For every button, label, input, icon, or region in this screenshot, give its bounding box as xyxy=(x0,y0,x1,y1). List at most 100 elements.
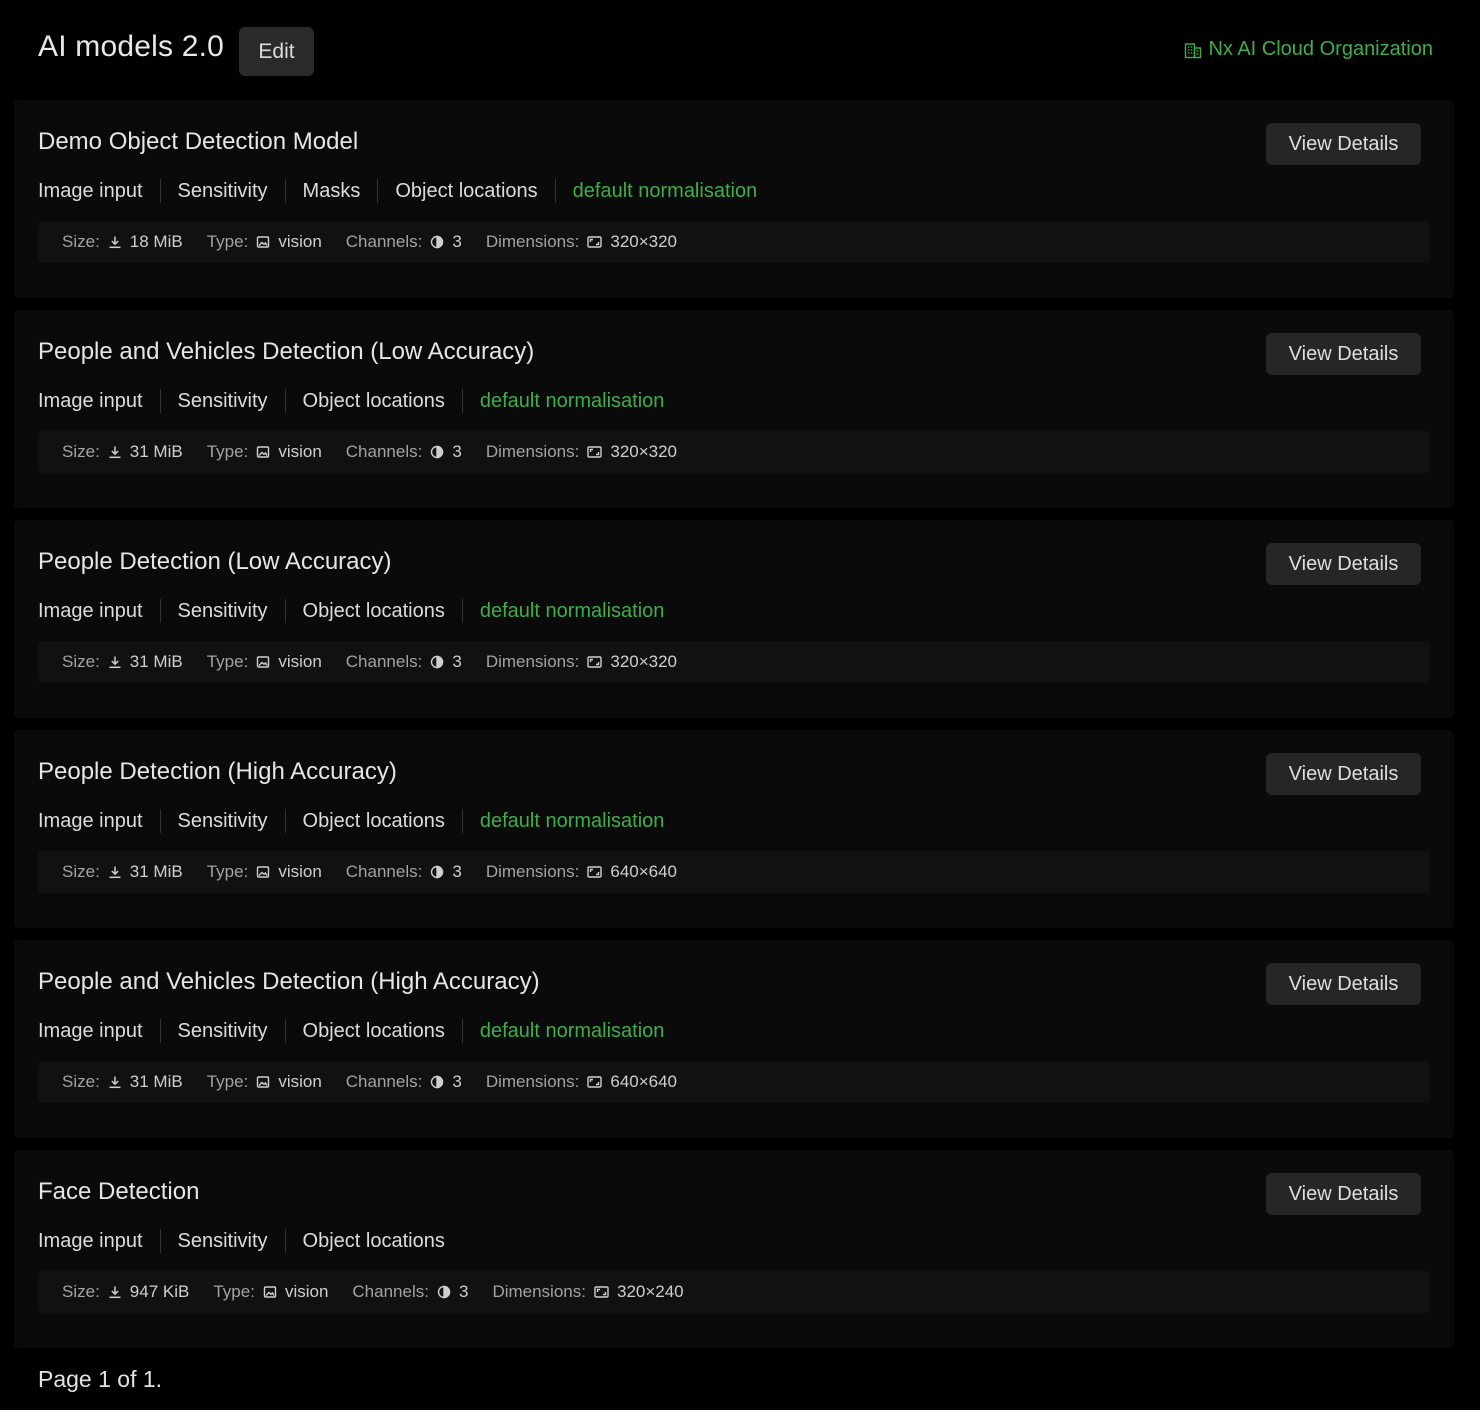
meta-channels: Channels: 3 xyxy=(346,652,462,672)
view-details-button[interactable]: View Details xyxy=(1266,123,1421,165)
image-icon xyxy=(256,655,270,669)
meta-type-label: Type: xyxy=(206,862,249,881)
view-details-button[interactable]: View Details xyxy=(1266,963,1421,1005)
view-details-button[interactable]: View Details xyxy=(1266,753,1421,795)
meta-channels: Channels: 3 xyxy=(352,1282,468,1302)
meta-size-label: Size: xyxy=(62,1282,100,1301)
meta-type-label: Type: xyxy=(206,232,249,251)
normalisation-tag: default normalisation xyxy=(461,809,682,833)
meta-dimensions-value: 320×240 xyxy=(616,1282,684,1301)
model-name: People Detection (High Accuracy) xyxy=(38,758,397,785)
aspect-ratio-icon xyxy=(587,865,603,879)
normalisation-tag: default normalisation xyxy=(461,1019,682,1043)
model-meta-bar: Size: 947 KiB Type: vision Channels: 3 Dimensi… xyxy=(38,1271,1430,1313)
model-tags: Image input Sensitivity Object locations de… xyxy=(38,599,681,623)
model-tag: Sensitivity xyxy=(159,179,285,203)
image-icon xyxy=(256,445,270,459)
model-tag: Sensitivity xyxy=(159,389,285,413)
meta-size-label: Size: xyxy=(62,232,100,251)
meta-dimensions: Dimensions: 640×640 xyxy=(486,862,677,882)
model-tag: Sensitivity xyxy=(159,599,285,623)
meta-type-label: Type: xyxy=(206,652,249,671)
model-tags: Image input Sensitivity Object locations de… xyxy=(38,1019,681,1043)
meta-channels-value: 3 xyxy=(452,442,462,461)
meta-type-value: vision xyxy=(278,652,322,671)
meta-type-value: vision xyxy=(278,442,322,461)
meta-dimensions-value: 320×320 xyxy=(610,442,678,461)
meta-size-label: Size: xyxy=(62,652,100,671)
normalisation-tag: default normalisation xyxy=(554,179,775,203)
model-card: People and Vehicles Detection (High Accu… xyxy=(14,940,1454,1138)
normalisation-tag: default normalisation xyxy=(461,599,682,623)
model-meta-bar: Size: 31 MiB Type: vision Channels: 3 Dimensio… xyxy=(38,641,1430,683)
image-icon xyxy=(256,865,270,879)
model-tag: Object locations xyxy=(377,179,554,203)
meta-type-value: vision xyxy=(278,862,322,881)
meta-size-label: Size: xyxy=(62,1072,100,1091)
model-card: Demo Object Detection Model View Details I… xyxy=(14,100,1454,298)
model-tags: Image input Sensitivity Object locations de… xyxy=(38,809,681,833)
model-tag: Image input xyxy=(38,810,143,832)
meta-size-value: 18 MiB xyxy=(129,232,183,251)
meta-type: Type: vision xyxy=(207,862,322,882)
meta-size: Size: 31 MiB xyxy=(62,442,183,462)
download-icon xyxy=(108,655,122,669)
meta-channels-label: Channels: xyxy=(345,442,423,461)
meta-channels: Channels: 3 xyxy=(346,862,462,882)
meta-dimensions: Dimensions: 320×320 xyxy=(486,232,677,252)
model-card: People and Vehicles Detection (Low Accur… xyxy=(14,310,1454,508)
edit-button[interactable]: Edit xyxy=(239,27,314,76)
meta-dimensions-value: 320×320 xyxy=(610,652,678,671)
building-icon xyxy=(1184,41,1202,59)
model-list: Demo Object Detection Model View Details I… xyxy=(14,100,1454,1360)
meta-dimensions-label: Dimensions: xyxy=(485,862,580,881)
model-tags: Image input Sensitivity Object locations de… xyxy=(38,389,681,413)
meta-dimensions: Dimensions: 320×320 xyxy=(486,652,677,672)
meta-channels-value: 3 xyxy=(452,862,462,881)
channels-icon xyxy=(430,445,444,459)
view-details-button[interactable]: View Details xyxy=(1266,543,1421,585)
model-card: People Detection (Low Accuracy) View Deta… xyxy=(14,520,1454,718)
model-tag: Image input xyxy=(38,1020,143,1042)
model-tag: Image input xyxy=(38,390,143,412)
meta-channels: Channels: 3 xyxy=(346,232,462,252)
meta-channels-label: Channels: xyxy=(345,1072,423,1091)
image-icon xyxy=(256,1075,270,1089)
meta-dimensions: Dimensions: 640×640 xyxy=(486,1072,677,1092)
meta-dimensions-label: Dimensions: xyxy=(485,232,580,251)
channels-icon xyxy=(430,1075,444,1089)
meta-channels: Channels: 3 xyxy=(346,1072,462,1092)
aspect-ratio-icon xyxy=(587,1075,603,1089)
model-name: Demo Object Detection Model xyxy=(38,128,359,155)
meta-size-label: Size: xyxy=(62,862,100,881)
model-name: People and Vehicles Detection (High Accu… xyxy=(38,968,540,995)
organization-link[interactable]: Nx AI Cloud Organization xyxy=(1184,38,1433,61)
view-details-button[interactable]: View Details xyxy=(1266,1173,1421,1215)
meta-channels-label: Channels: xyxy=(345,652,423,671)
model-tag: Image input xyxy=(38,600,143,622)
meta-type: Type: vision xyxy=(207,1072,322,1092)
download-icon xyxy=(108,235,122,249)
meta-size: Size: 947 KiB xyxy=(62,1282,189,1302)
meta-type-label: Type: xyxy=(206,442,249,461)
meta-channels-value: 3 xyxy=(452,1072,462,1091)
model-meta-bar: Size: 31 MiB Type: vision Channels: 3 Dimensio… xyxy=(38,851,1430,893)
model-name: Face Detection xyxy=(38,1178,200,1205)
meta-channels-label: Channels: xyxy=(345,862,423,881)
meta-dimensions-value: 640×640 xyxy=(610,1072,678,1091)
meta-type-value: vision xyxy=(284,1282,329,1301)
model-tag: Object locations xyxy=(284,809,462,833)
image-icon xyxy=(263,1285,277,1299)
model-tag: Sensitivity xyxy=(159,1229,285,1253)
channels-icon xyxy=(430,655,444,669)
meta-dimensions-value: 640×640 xyxy=(610,862,678,881)
download-icon xyxy=(108,1075,122,1089)
model-tag: Masks xyxy=(284,179,378,203)
meta-size: Size: 18 MiB xyxy=(62,232,183,252)
meta-dimensions-value: 320×320 xyxy=(610,232,678,251)
aspect-ratio-icon xyxy=(587,655,603,669)
model-meta-bar: Size: 18 MiB Type: vision Channels: 3 Dimensio… xyxy=(38,221,1430,263)
view-details-button[interactable]: View Details xyxy=(1266,333,1421,375)
channels-icon xyxy=(437,1285,451,1299)
model-meta-bar: Size: 31 MiB Type: vision Channels: 3 Dimensio… xyxy=(38,431,1430,473)
